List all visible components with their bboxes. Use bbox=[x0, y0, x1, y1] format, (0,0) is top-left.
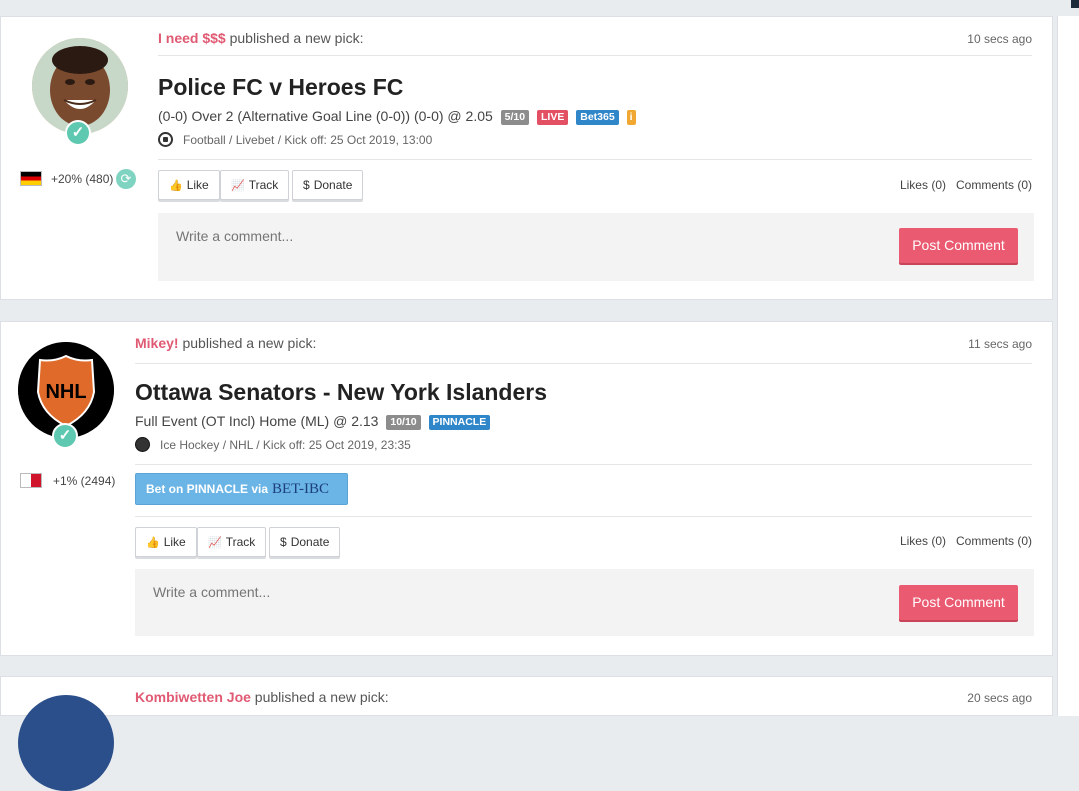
event-meta: Ice Hockey / NHL / Kick off: 25 Oct 2019… bbox=[135, 437, 411, 452]
like-button[interactable]: 👍 Like bbox=[135, 527, 197, 557]
live-badge: LIVE bbox=[537, 110, 569, 125]
pick-line: (0-0) Over 2 (Alternative Goal Line (0-0… bbox=[158, 108, 636, 125]
divider bbox=[135, 363, 1032, 364]
engagement-counts: Likes (0) Comments (0) bbox=[890, 178, 1032, 192]
malta-flag-icon bbox=[20, 473, 42, 488]
likes-count[interactable]: Likes (0) bbox=[900, 178, 946, 192]
pick-line: Full Event (OT Incl) Home (ML) @ 2.13 10… bbox=[135, 413, 491, 430]
chart-line-icon: 📈 bbox=[231, 180, 245, 192]
likes-count[interactable]: Likes (0) bbox=[900, 534, 946, 548]
comment-box: Post Comment bbox=[158, 213, 1034, 281]
comments-count[interactable]: Comments (0) bbox=[956, 178, 1032, 192]
thumbs-up-icon: 👍 bbox=[146, 537, 160, 549]
post-comment-button[interactable]: Post Comment bbox=[899, 228, 1018, 263]
thumbs-up-icon: 👍 bbox=[169, 180, 183, 192]
pick-text: (0-0) Over 2 (Alternative Goal Line (0-0… bbox=[158, 108, 493, 124]
donate-button[interactable]: $ Donate bbox=[292, 170, 364, 200]
divider bbox=[158, 55, 1032, 56]
meta-text: Football / Livebet / Kick off: 25 Oct 20… bbox=[183, 133, 433, 147]
post-comment-button[interactable]: Post Comment bbox=[899, 585, 1018, 620]
pick-text: Full Event (OT Incl) Home (ML) @ 2.13 bbox=[135, 413, 379, 429]
divider bbox=[135, 464, 1032, 465]
timestamp: 10 secs ago bbox=[967, 32, 1032, 46]
bet-on-bookie-button[interactable]: Bet on PINNACLE via BET-IBC bbox=[135, 473, 348, 505]
verified-check-icon: ✓ bbox=[65, 120, 91, 146]
pick-card: NHL ✓ +1% (2494) Mikey! published a new … bbox=[0, 321, 1053, 656]
bookie-badge[interactable]: PINNACLE bbox=[428, 415, 491, 430]
dollar-icon: $ bbox=[280, 535, 287, 549]
comment-input[interactable] bbox=[151, 583, 655, 601]
divider bbox=[135, 516, 1032, 517]
soccer-ball-icon bbox=[158, 132, 173, 147]
pick-card: ✓ +20% (480) ⟳ I need $$$ published a ne… bbox=[0, 16, 1053, 300]
chart-line-icon: 📈 bbox=[208, 537, 222, 549]
corner-decoration bbox=[1071, 0, 1079, 8]
refresh-icon[interactable]: ⟳ bbox=[116, 169, 136, 189]
info-icon[interactable]: i bbox=[626, 110, 636, 125]
track-label: Track bbox=[248, 178, 279, 192]
like-label: Like bbox=[163, 535, 186, 549]
bet-button-label: Bet on PINNACLE via bbox=[146, 482, 269, 496]
avatar[interactable] bbox=[18, 695, 114, 791]
comment-box: Post Comment bbox=[135, 569, 1034, 636]
publish-line: Mikey! published a new pick: bbox=[135, 335, 316, 351]
germany-flag-icon bbox=[20, 171, 42, 186]
username-link[interactable]: Kombiwetten Joe bbox=[135, 689, 251, 705]
track-button[interactable]: 📈 Track bbox=[197, 527, 267, 557]
rating-badge: 10/10 bbox=[386, 415, 421, 430]
pick-card: Kombiwetten Joe published a new pick: 20… bbox=[0, 676, 1053, 791]
publish-line: I need $$$ published a new pick: bbox=[158, 30, 363, 46]
right-sidebar bbox=[1057, 16, 1079, 716]
rating-badge: 5/10 bbox=[500, 110, 530, 125]
event-title[interactable]: Ottawa Senators - New York Islanders bbox=[135, 379, 547, 406]
meta-text: Ice Hockey / NHL / Kick off: 25 Oct 2019… bbox=[160, 438, 411, 452]
event-meta: Football / Livebet / Kick off: 25 Oct 20… bbox=[158, 132, 432, 147]
timestamp: 11 secs ago bbox=[968, 337, 1032, 351]
comment-input[interactable] bbox=[174, 227, 678, 245]
divider bbox=[158, 159, 1032, 160]
username-link[interactable]: I need $$$ bbox=[158, 30, 226, 46]
action-text: published a new pick: bbox=[254, 689, 389, 705]
donate-label: Donate bbox=[313, 178, 353, 192]
dollar-icon: $ bbox=[303, 178, 310, 192]
like-button[interactable]: 👍 Like bbox=[158, 170, 220, 200]
username-link[interactable]: Mikey! bbox=[135, 335, 179, 351]
like-label: Like bbox=[186, 178, 209, 192]
action-text: published a new pick: bbox=[182, 335, 317, 351]
hockey-puck-icon bbox=[135, 437, 150, 452]
track-label: Track bbox=[225, 535, 256, 549]
user-stats: +20% (480) bbox=[51, 172, 114, 186]
svg-text:NHL: NHL bbox=[45, 381, 86, 403]
event-title[interactable]: Police FC v Heroes FC bbox=[158, 74, 403, 101]
engagement-counts: Likes (0) Comments (0) bbox=[890, 534, 1032, 548]
track-button[interactable]: 📈 Track bbox=[220, 170, 290, 200]
comments-count[interactable]: Comments (0) bbox=[956, 534, 1032, 548]
user-stats: +1% (2494) bbox=[53, 474, 116, 488]
timestamp: 20 secs ago bbox=[967, 691, 1032, 705]
donate-button[interactable]: $ Donate bbox=[269, 527, 341, 557]
publish-line: Kombiwetten Joe published a new pick: bbox=[135, 689, 389, 705]
verified-check-icon: ✓ bbox=[52, 423, 78, 449]
action-text: published a new pick: bbox=[229, 30, 364, 46]
bookie-badge[interactable]: Bet365 bbox=[576, 110, 619, 125]
bet-ibc-logo: BET-IBC bbox=[272, 481, 329, 497]
donate-label: Donate bbox=[290, 535, 330, 549]
